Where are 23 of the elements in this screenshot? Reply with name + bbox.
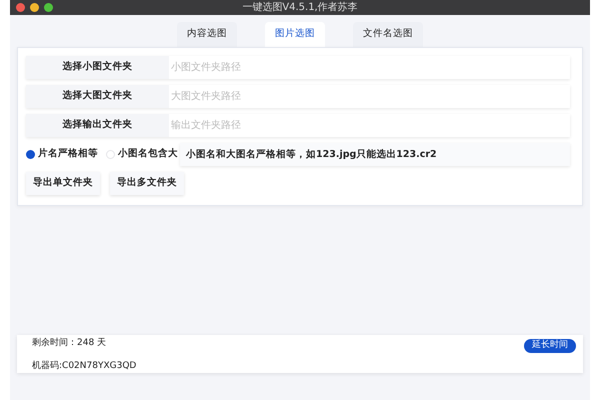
remaining-time: 剩余时间：248 天 [32, 337, 108, 350]
close-icon[interactable] [16, 3, 25, 12]
export-button[interactable]: 导出单文件夹 [26, 172, 100, 195]
path-field[interactable]: 小图文件夹路径 [169, 56, 570, 79]
window-title: 一键选图V4.5.1,作者苏李 [242, 0, 358, 15]
radio-dot[interactable] [106, 150, 115, 159]
path-field[interactable]: 大图文件夹路径 [169, 85, 570, 108]
radio-option[interactable]: 小图名包含大 [106, 147, 178, 162]
hint-text: 小图名和大图名严格相等，如123.jpg只能选出123.cr2 [180, 143, 570, 166]
path-field[interactable]: 输出文件夹路径 [169, 114, 570, 137]
machine-code: 机器码:C02N78YXG3QD [32, 360, 136, 372]
zoom-icon[interactable] [44, 3, 53, 12]
select-folder-button[interactable]: 选择小图文件夹 [26, 56, 169, 79]
radio-option[interactable]: 片名严格相等 [26, 147, 98, 162]
select-folder-button[interactable]: 选择输出文件夹 [26, 114, 169, 137]
minimize-icon[interactable] [30, 3, 39, 12]
tab[interactable]: 文件名选图 [353, 22, 423, 47]
tab[interactable]: 内容选图 [177, 22, 237, 47]
tab[interactable]: 图片选图 [265, 22, 325, 47]
radio-dot[interactable] [26, 150, 35, 159]
select-folder-button[interactable]: 选择大图文件夹 [26, 85, 169, 108]
extend-time-button[interactable]: 延长时间 [524, 339, 576, 353]
export-button[interactable]: 导出多文件夹 [110, 172, 184, 195]
